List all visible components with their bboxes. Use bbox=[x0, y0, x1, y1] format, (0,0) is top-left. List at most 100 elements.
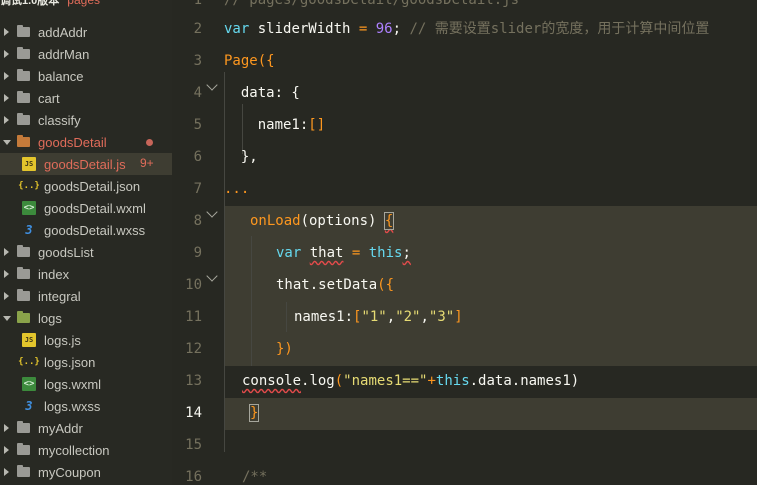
tree-item-label: integral bbox=[38, 288, 81, 304]
chevron-right-icon[interactable] bbox=[3, 468, 11, 476]
line-number: 2 bbox=[193, 21, 202, 37]
line-number: 13 bbox=[185, 373, 202, 389]
tree-item-goodsDetail-wxss[interactable]: 3 goodsDetail.wxss bbox=[0, 219, 172, 241]
punctuation: ( bbox=[334, 373, 344, 389]
tree-item-addAddr[interactable]: addAddr bbox=[0, 21, 172, 43]
code-line-13: console.log("names1=="+this.data.names1) bbox=[242, 371, 579, 391]
line-number: 3 bbox=[193, 53, 202, 69]
code-line-5: name1:[] bbox=[224, 115, 325, 135]
line-number: 12 bbox=[185, 341, 202, 357]
folder-icon bbox=[17, 443, 30, 455]
line-number: 10 bbox=[185, 277, 202, 293]
tree-item-label: logs bbox=[38, 310, 62, 326]
tree-item-goodsDetail-json[interactable]: {..} goodsDetail.json bbox=[0, 175, 172, 197]
code-line-2: var sliderWidth = 96; // 需要设置slider的宽度，用… bbox=[224, 19, 709, 39]
brace: { bbox=[383, 212, 395, 230]
problem-count-badge: 9+ bbox=[140, 156, 154, 170]
punctuation: }) bbox=[276, 341, 293, 357]
string: "3" bbox=[428, 309, 455, 325]
code-line-12: }) bbox=[276, 339, 293, 359]
chevron-right-icon[interactable] bbox=[3, 28, 11, 36]
folder-icon bbox=[17, 113, 30, 125]
folder-pages-label[interactable]: pages bbox=[67, 0, 100, 7]
chevron-right-icon[interactable] bbox=[3, 292, 11, 300]
chevron-right-icon[interactable] bbox=[3, 50, 11, 58]
code-editor[interactable]: 1 2 3 4 5 6 7 8 9 10 11 12 13 14 15 16 /… bbox=[172, 0, 757, 485]
tree-item-logs-json[interactable]: {..} logs.json bbox=[0, 351, 172, 373]
tree-item-logs[interactable]: logs bbox=[0, 307, 172, 329]
tree-item-label: goodsDetail bbox=[38, 134, 107, 150]
property: data: { bbox=[224, 85, 300, 101]
tree-item-balance[interactable]: balance bbox=[0, 65, 172, 87]
current-line-highlight bbox=[224, 398, 757, 430]
line-number: 7 bbox=[193, 181, 202, 197]
tree-item-myCoupon[interactable]: myCoupon bbox=[0, 461, 172, 483]
tree-item-myAddr[interactable]: myAddr bbox=[0, 417, 172, 439]
tree-item-integral[interactable]: integral bbox=[0, 285, 172, 307]
js-file-icon: JS bbox=[22, 333, 36, 347]
fold-chevron-icon[interactable] bbox=[206, 206, 218, 218]
fold-chevron-icon[interactable] bbox=[206, 79, 218, 91]
identifier: sliderWidth bbox=[249, 21, 359, 37]
chevron-right-icon[interactable] bbox=[3, 270, 11, 278]
fold-chevron-icon[interactable] bbox=[206, 270, 218, 282]
folder-icon bbox=[17, 421, 30, 433]
bracket: ] bbox=[454, 309, 463, 325]
tree-item-label: goodsDetail.json bbox=[44, 178, 141, 194]
tree-item-logs-wxss[interactable]: 3 logs.wxss bbox=[0, 395, 172, 417]
tree-item-label: balance bbox=[38, 68, 84, 84]
punctuation: ({ bbox=[257, 53, 275, 69]
chevron-right-icon[interactable] bbox=[3, 72, 11, 80]
wxml-file-icon: <> bbox=[22, 201, 36, 215]
tree-item-logs-wxml[interactable]: <> logs.wxml bbox=[0, 373, 172, 395]
tree-item-label: logs.js bbox=[44, 332, 81, 348]
wxss-file-icon: 3 bbox=[25, 399, 33, 413]
tree-item-cart[interactable]: cart bbox=[0, 87, 172, 109]
tree-item-logs-js[interactable]: JS logs.js bbox=[0, 329, 172, 351]
line-number: 16 bbox=[185, 469, 202, 485]
identifier: console bbox=[242, 373, 302, 389]
comment: // 需要设置slider的宽度，用于计算中间位置 bbox=[401, 21, 710, 37]
tree-item-goodsDetail-wxml[interactable]: <> goodsDetail.wxml bbox=[0, 197, 172, 219]
tree-item-index[interactable]: index bbox=[0, 263, 172, 285]
line-number: 9 bbox=[193, 245, 202, 261]
comment: // pages/goodsDetail/goodsDetail.js bbox=[224, 0, 520, 8]
code-line-11: names1:["1","2","3"] bbox=[294, 307, 463, 327]
method: .log bbox=[301, 373, 335, 389]
chevron-down-icon[interactable] bbox=[3, 314, 11, 322]
tree-item-label: myAddr bbox=[38, 420, 83, 436]
comment: /** bbox=[242, 469, 268, 485]
tree-item-label: addrMan bbox=[38, 46, 90, 62]
function-name: onLoad bbox=[250, 213, 301, 229]
keyword: var bbox=[224, 21, 250, 37]
method: .setData bbox=[309, 277, 378, 293]
tree-item-label: logs.wxss bbox=[44, 398, 101, 414]
tree-item-classify[interactable]: classify bbox=[0, 109, 172, 131]
member-access: .data.names1) bbox=[469, 373, 580, 389]
line-number: 11 bbox=[185, 309, 202, 325]
punctuation: , bbox=[420, 309, 429, 325]
chevron-down-icon[interactable] bbox=[3, 138, 11, 146]
tree-item-goodsDetail[interactable]: goodsDetail bbox=[0, 131, 172, 153]
tree-item-goodsDetail-js[interactable]: JS goodsDetail.js 9+ bbox=[0, 153, 172, 175]
string: "1" bbox=[361, 309, 387, 325]
tree-item-mycollection[interactable]: mycollection bbox=[0, 439, 172, 461]
chevron-right-icon[interactable] bbox=[3, 424, 11, 432]
folded-marker[interactable]: ... bbox=[224, 181, 249, 197]
tree-item-addrMan[interactable]: addrMan bbox=[0, 43, 172, 65]
chevron-right-icon[interactable] bbox=[3, 94, 11, 102]
code-line-3: Page({ bbox=[224, 51, 275, 71]
code-line-14: } bbox=[248, 403, 260, 423]
folder-icon bbox=[17, 289, 30, 301]
tree-item-goodsList[interactable]: goodsList bbox=[0, 241, 172, 263]
code-line-6: }, bbox=[224, 147, 258, 167]
line-number: 8 bbox=[193, 213, 202, 229]
project-header: 调试1.0版本 pages bbox=[0, 0, 100, 8]
chevron-right-icon[interactable] bbox=[3, 116, 11, 124]
parameters: (options) bbox=[300, 213, 385, 229]
string: "names1==" bbox=[343, 373, 428, 389]
chevron-right-icon[interactable] bbox=[3, 446, 11, 454]
code-line-9: var that = this; bbox=[276, 243, 411, 263]
tree-item-label: classify bbox=[38, 112, 81, 128]
chevron-right-icon[interactable] bbox=[3, 248, 11, 256]
